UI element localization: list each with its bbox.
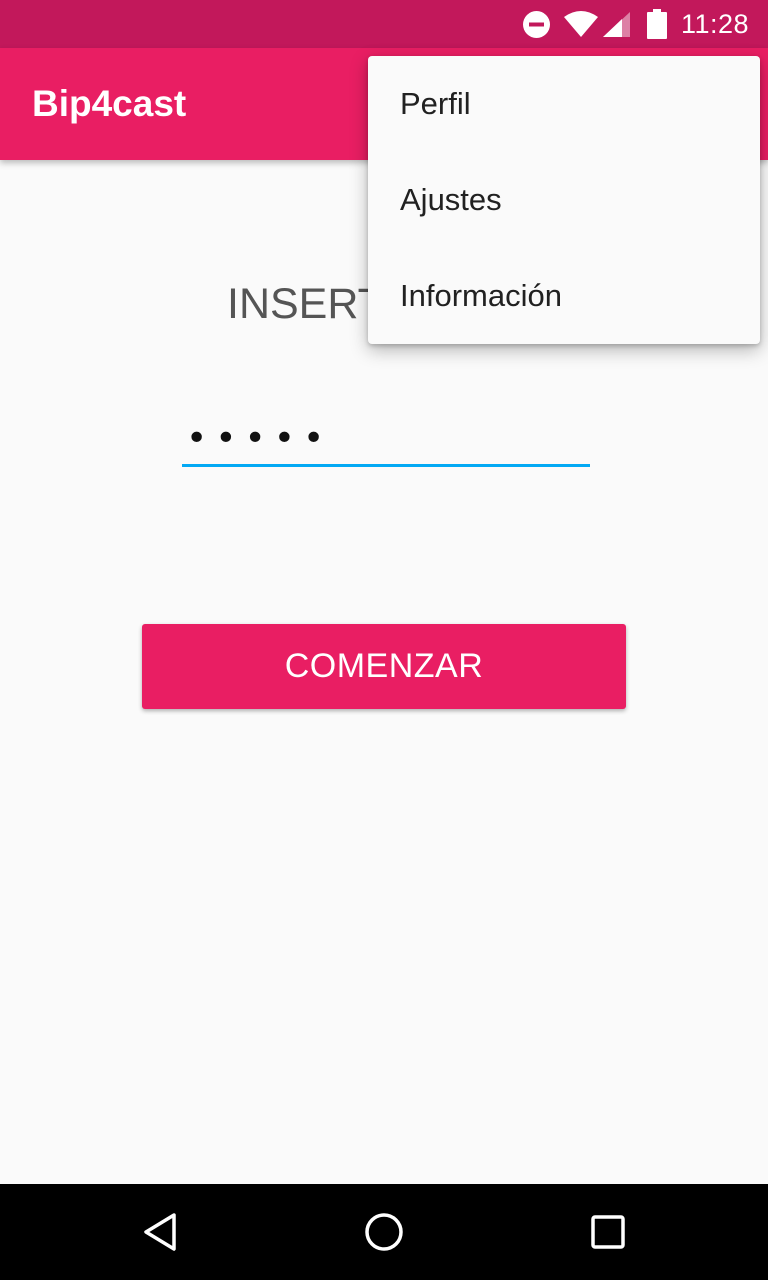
menu-item-informacion[interactable]: Información — [368, 248, 760, 344]
battery-icon — [647, 9, 667, 39]
do-not-disturb-icon — [523, 11, 550, 38]
prompt-label: INSERT — [227, 280, 384, 328]
recents-icon[interactable] — [584, 1208, 632, 1256]
start-button[interactable]: COMENZAR — [142, 624, 626, 709]
app-title: Bip4cast — [32, 83, 187, 124]
navigation-bar — [0, 1184, 768, 1280]
app-screen: 11:28 Bip4cast INSERT COMENZAR Perfil Aj… — [0, 0, 768, 1280]
overflow-menu: Perfil Ajustes Información — [368, 56, 760, 344]
back-icon[interactable] — [136, 1208, 184, 1256]
password-field[interactable] — [182, 412, 590, 467]
status-time: 11:28 — [681, 9, 750, 39]
home-icon[interactable] — [360, 1208, 408, 1256]
signal-icon — [603, 12, 630, 37]
status-bar: 11:28 — [0, 0, 768, 48]
menu-item-perfil[interactable]: Perfil — [368, 56, 760, 152]
wifi-icon — [564, 11, 598, 37]
menu-item-ajustes[interactable]: Ajustes — [368, 152, 760, 248]
